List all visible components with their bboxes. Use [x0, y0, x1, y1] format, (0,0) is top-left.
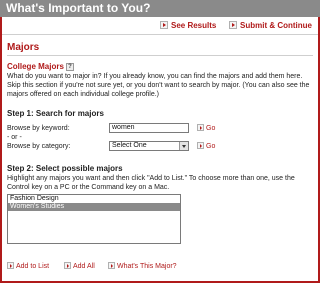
list-item[interactable]: Women's Studies — [8, 203, 180, 211]
list-item[interactable]: Fashion Design — [8, 195, 180, 203]
go-label: Go — [206, 143, 216, 150]
category-go-button[interactable]: Go — [197, 142, 215, 150]
add-to-list-button[interactable]: Add to List — [7, 262, 49, 270]
add-all-label: Add All — [73, 263, 95, 270]
intro-text: What do you want to major in? If you alr… — [7, 73, 310, 98]
help-icon[interactable]: ? — [65, 63, 74, 71]
see-results-label: See Results — [171, 21, 217, 30]
arrow-right-icon — [197, 142, 204, 149]
arrow-right-icon — [197, 124, 204, 131]
submit-continue-label: Submit & Continue — [240, 21, 312, 30]
keyword-input[interactable]: women — [109, 123, 189, 133]
whats-this-major-label: What's This Major? — [117, 263, 177, 270]
subsection-title-text: College Majors — [7, 62, 64, 71]
page-title: What's Important to You? — [6, 1, 151, 15]
see-results-button[interactable]: See Results — [160, 19, 216, 33]
divider — [7, 55, 313, 56]
majors-listbox[interactable]: Fashion Design Women's Studies — [7, 194, 181, 244]
step1-title: Step 1: Search for majors — [7, 109, 104, 118]
arrow-right-icon — [229, 21, 237, 29]
step2-title: Step 2: Select possible majors — [7, 164, 123, 173]
go-label: Go — [206, 125, 216, 132]
keyword-go-button[interactable]: Go — [197, 124, 215, 132]
add-to-list-label: Add to List — [16, 263, 50, 270]
arrow-right-icon — [7, 262, 14, 269]
step2-instructions: Highlight any majors you want and then c… — [7, 175, 295, 191]
arrow-right-icon — [160, 21, 168, 29]
category-select[interactable]: Select One — [109, 141, 189, 151]
page-title-bar: What's Important to You? — [0, 0, 320, 17]
category-label: Browse by category: — [7, 143, 71, 150]
add-all-button[interactable]: Add All — [64, 262, 95, 270]
category-select-value: Select One — [112, 142, 147, 149]
section-title: Majors — [7, 42, 40, 53]
chevron-down-icon[interactable] — [179, 142, 188, 150]
arrow-right-icon — [64, 262, 71, 269]
subsection-title: College Majors? — [7, 62, 74, 71]
or-separator: - or - — [7, 134, 22, 141]
submit-continue-button[interactable]: Submit & Continue — [229, 19, 312, 33]
toolbar: See Results Submit & Continue — [2, 17, 318, 35]
keyword-label: Browse by keyword: — [7, 125, 70, 132]
whats-this-major-button[interactable]: What's This Major? — [108, 262, 177, 270]
arrow-right-icon — [108, 262, 115, 269]
